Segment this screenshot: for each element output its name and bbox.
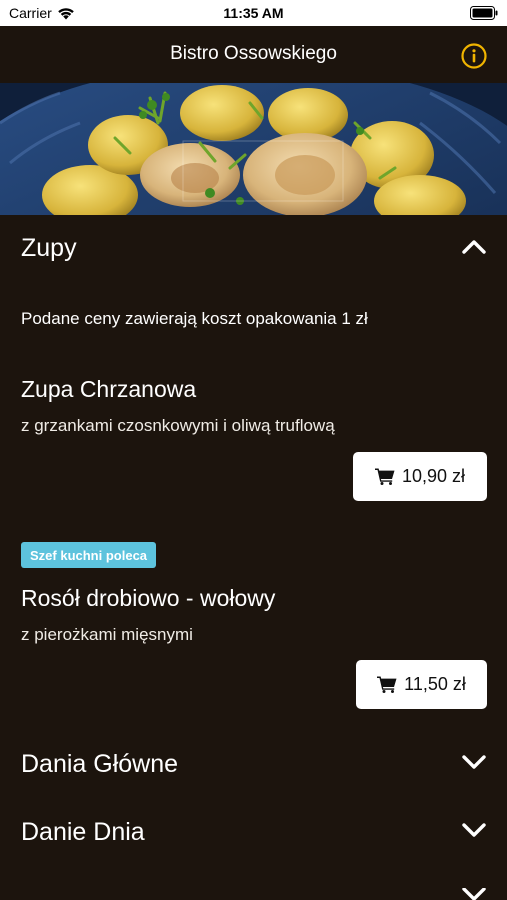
add-to-cart-button[interactable]: 11,50 zł [356, 660, 487, 709]
chevron-down-icon [462, 755, 486, 769]
page-title: Bistro Ossowskiego [170, 43, 337, 64]
hero-food-image [0, 83, 507, 215]
chevron-down-icon [462, 823, 486, 837]
dish-illustration [0, 83, 507, 215]
cart-icon [377, 676, 397, 693]
cart-icon [374, 468, 395, 485]
item-description: z pierożkami mięsnymi [21, 625, 193, 644]
section-header-zupy[interactable]: Zupy [0, 215, 507, 281]
section-title: Danie Dnia [21, 818, 145, 846]
price-note: Podane ceny zawierają koszt opakowania 1… [21, 309, 368, 328]
price-label: 10,90 zł [401, 466, 466, 486]
section-title: Dania Główne [21, 750, 179, 778]
chevron-down-icon[interactable] [462, 888, 486, 900]
battery-icon [470, 6, 498, 20]
add-to-cart-button[interactable]: 10,90 zł [353, 452, 487, 501]
status-bar: Carrier 11:35 AM [0, 0, 507, 26]
clock: 11:35 AM [223, 5, 284, 21]
info-circle-icon[interactable] [461, 43, 487, 69]
item-title-zupa-chrzanowa: Zupa Chrzanowa [21, 376, 197, 402]
section-title: Zupy [21, 234, 77, 262]
section-header-danie-dnia[interactable]: Danie Dnia [0, 799, 507, 865]
navigation-bar: Bistro Ossowskiego [0, 26, 507, 83]
section-header-dania-glowne[interactable]: Dania Główne [0, 731, 507, 797]
item-description: z grzankami czosnkowymi i oliwą truflową [21, 416, 335, 435]
chef-recommends-badge: Szef kuchni poleca [21, 542, 157, 568]
price-label: 11,50 zł [404, 674, 466, 694]
chevron-up-icon [462, 240, 486, 254]
item-title-rosol: Rosół drobiowo - wołowy [21, 585, 276, 611]
